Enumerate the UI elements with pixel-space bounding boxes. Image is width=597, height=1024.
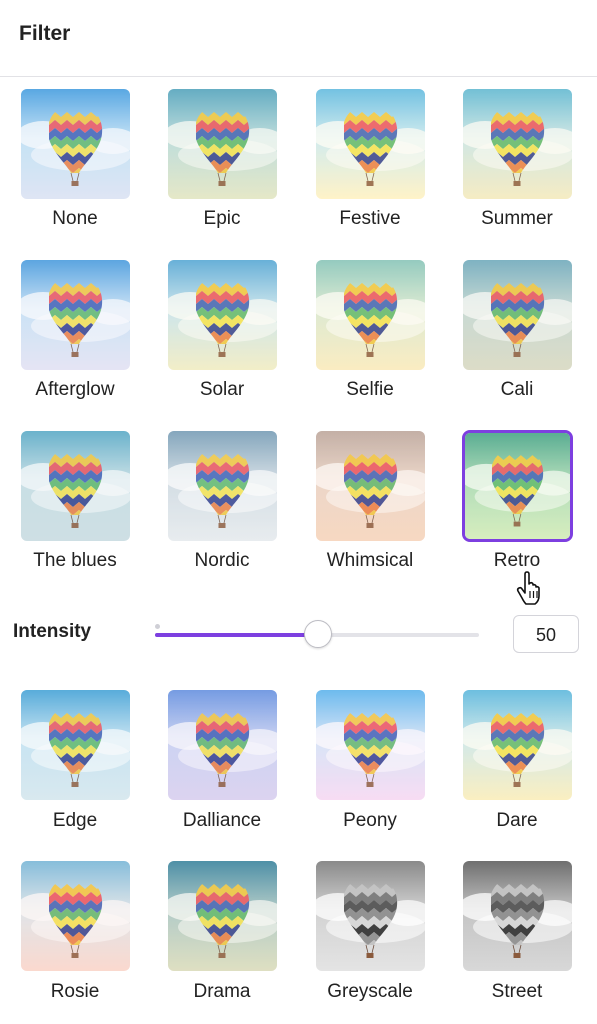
filter-the-blues-label: The blues [33, 550, 117, 571]
filter-nordic-thumbnail[interactable] [168, 431, 277, 541]
filter-epic-label: Epic [203, 208, 241, 229]
filter-drama-label: Drama [193, 981, 251, 1002]
intensity-label: Intensity [13, 621, 92, 642]
filter-cali-thumbnail[interactable] [463, 260, 572, 370]
filter-none-label: None [52, 208, 98, 229]
filter-peony-thumbnail[interactable] [316, 690, 425, 800]
filter-rosie-label: Rosie [50, 981, 100, 1002]
filter-edge-thumbnail[interactable] [21, 690, 130, 800]
filter-selfie-label: Selfie [346, 379, 394, 400]
intensity-slider-handle[interactable] [304, 620, 332, 648]
filter-edge-label: Edge [52, 810, 98, 831]
panel-title: Filter [19, 22, 71, 45]
filter-retro-thumbnail[interactable] [462, 430, 573, 542]
panel-header: Filter [0, 0, 597, 77]
filter-dalliance-label: Dalliance [182, 810, 262, 831]
slider-min-marker [155, 624, 160, 629]
filter-solar-label: Solar [199, 379, 245, 400]
filter-afterglow-label: Afterglow [35, 379, 115, 400]
filter-greyscale-label: Greyscale [327, 981, 413, 1002]
filter-dare-label: Dare [496, 810, 538, 831]
intensity-value-input[interactable]: 50 [513, 615, 579, 653]
filter-whimsical-thumbnail[interactable] [316, 431, 425, 541]
filter-selfie-thumbnail[interactable] [316, 260, 425, 370]
filter-the-blues-thumbnail[interactable] [21, 431, 130, 541]
filter-dare-thumbnail[interactable] [463, 690, 572, 800]
intensity-slider[interactable] [155, 620, 479, 648]
filter-festive-label: Festive [339, 208, 401, 229]
filter-summer-thumbnail[interactable] [463, 89, 572, 199]
filter-cali-label: Cali [500, 379, 534, 400]
filter-drama-thumbnail[interactable] [168, 861, 277, 971]
filter-afterglow-thumbnail[interactable] [21, 260, 130, 370]
filter-none-thumbnail[interactable] [21, 89, 130, 199]
filter-peony-label: Peony [343, 810, 397, 831]
filter-epic-thumbnail[interactable] [168, 89, 277, 199]
filter-summer-label: Summer [481, 208, 553, 229]
filter-festive-thumbnail[interactable] [316, 89, 425, 199]
intensity-slider-fill [155, 633, 317, 637]
filter-retro-label: Retro [493, 550, 541, 571]
hand-cursor-icon [516, 571, 540, 605]
filter-nordic-label: Nordic [194, 550, 250, 571]
filter-whimsical-label: Whimsical [326, 550, 414, 571]
filter-rosie-thumbnail[interactable] [21, 861, 130, 971]
filter-dalliance-thumbnail[interactable] [168, 690, 277, 800]
filter-solar-thumbnail[interactable] [168, 260, 277, 370]
filter-street-label: Street [491, 981, 543, 1002]
filter-greyscale-thumbnail[interactable] [316, 861, 425, 971]
filter-street-thumbnail[interactable] [463, 861, 572, 971]
